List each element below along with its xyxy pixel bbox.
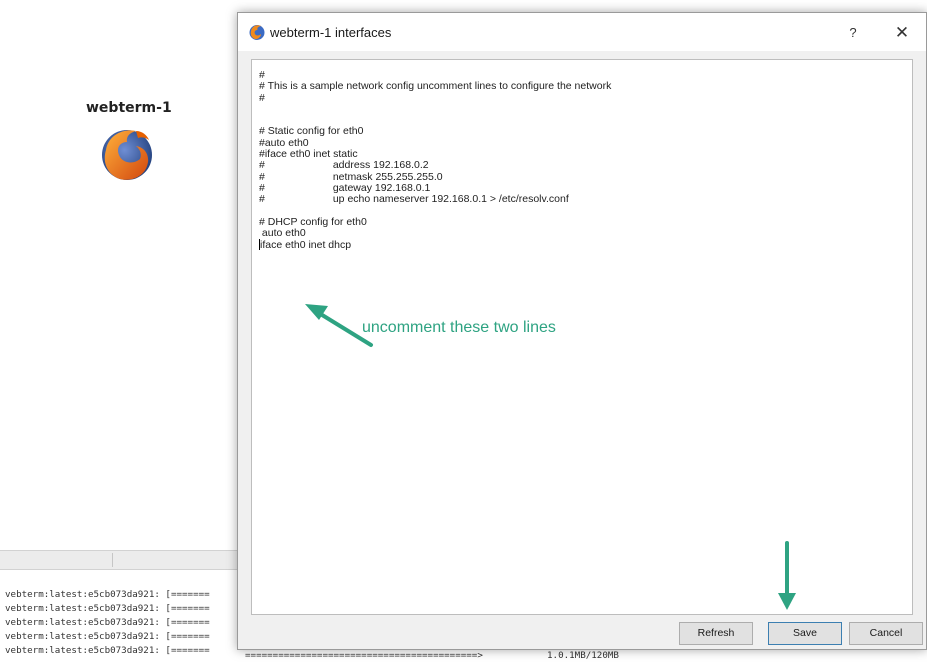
dialog-title: webterm-1 interfaces (270, 25, 392, 40)
console-line: vebterm:latest:e5cb073da921: [======= (5, 645, 210, 656)
editor-lines: # # This is a sample network config uncom… (259, 69, 612, 252)
console-line: vebterm:latest:e5cb073da921: [======= (5, 603, 210, 614)
editor-line: # Static config for eth0 (259, 125, 364, 138)
console-line: vebterm:latest:e5cb073da921: [======= (5, 617, 210, 628)
console-output: vebterm:latest:e5cb073da921: [======= ve… (0, 570, 245, 665)
console-progress-bar: ========================================… (245, 650, 483, 661)
editor-line: # DHCP config for eth0 (259, 215, 367, 228)
editor-line: #iface eth0 inet static (259, 148, 358, 161)
config-text-editor[interactable]: # # This is a sample network config uncom… (251, 59, 913, 615)
cancel-button[interactable]: Cancel (849, 622, 923, 645)
text-caret (259, 239, 260, 251)
firefox-icon[interactable] (96, 124, 160, 184)
refresh-button[interactable]: Refresh (679, 622, 753, 645)
editor-line: auto eth0 (259, 227, 306, 240)
editor-line: # (259, 91, 265, 104)
editor-line: # up echo nameserver 192.168.0.1 > /etc/r… (259, 193, 569, 206)
editor-line: # This is a sample network config uncomm… (259, 80, 612, 93)
dialog-titlebar[interactable]: webterm-1 interfaces ? ✕ (238, 13, 926, 51)
console-download-size: 1.0.1MB/120MB (547, 650, 619, 661)
desktop-workspace: webterm-1 vebterm:latest:e5cb073da921: [… (0, 0, 927, 665)
browser-icon (249, 25, 265, 40)
help-button[interactable]: ? (842, 23, 864, 43)
console-line: vebterm:latest:e5cb073da921: [======= (5, 589, 210, 600)
splitter[interactable] (112, 553, 113, 567)
annotation-text: uncomment these two lines (362, 319, 556, 336)
console-line: vebterm:latest:e5cb073da921: [======= (5, 631, 210, 642)
node-label: webterm-1 (86, 100, 172, 116)
save-button[interactable]: Save (768, 622, 842, 645)
console-tab-bar (0, 550, 245, 570)
editor-line: iface eth0 inet dhcp (259, 239, 352, 252)
editor-line: # address 192.168.0.2 (259, 159, 429, 172)
close-button[interactable]: ✕ (890, 22, 914, 44)
editor-line: # netmask 255.255.255.0 (259, 170, 443, 183)
interfaces-dialog: webterm-1 interfaces ? ✕ # # This is a sa… (237, 12, 927, 650)
